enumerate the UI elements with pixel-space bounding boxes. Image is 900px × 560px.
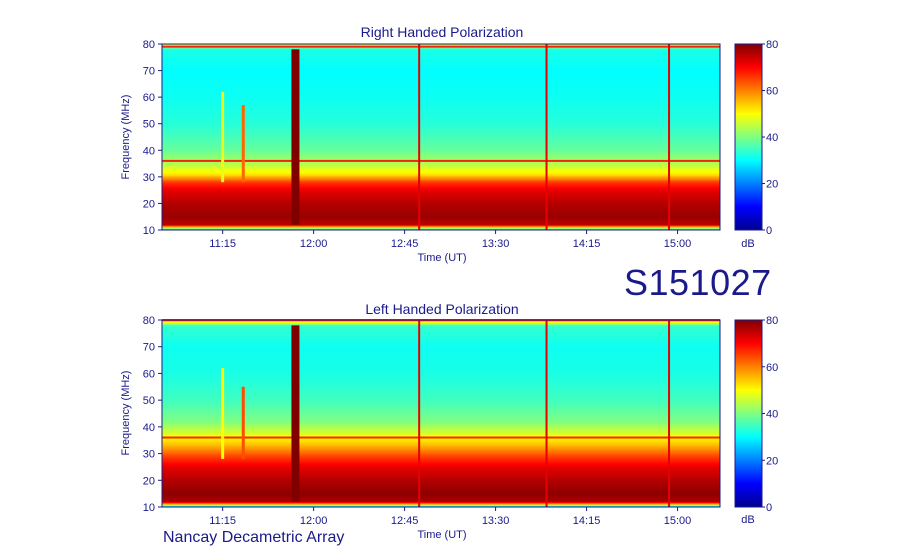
vertical-event-line bbox=[418, 320, 421, 507]
vertical-event-line bbox=[545, 44, 548, 230]
x-axis-ticks: 11:15 12:00 12:45 13:30 14:15 15:00 bbox=[209, 507, 691, 527]
x-tick-label: 12:45 bbox=[391, 515, 419, 527]
y-axis-ticks: 10 20 30 40 50 60 70 80 bbox=[143, 315, 162, 514]
colorbar-tick-label: 60 bbox=[766, 86, 778, 98]
colorbar-tick-label: 20 bbox=[766, 179, 778, 191]
colorbar-tick-label: 60 bbox=[766, 362, 778, 374]
y-axis-ticks: 10 20 30 40 50 60 70 80 bbox=[143, 39, 162, 237]
x-tick-label: 12:00 bbox=[300, 238, 328, 250]
colorbar-tick-label: 20 bbox=[766, 455, 778, 467]
vertical-event-line bbox=[668, 320, 671, 507]
x-tick-label: 11:15 bbox=[209, 515, 236, 527]
x-tick-label: 15:00 bbox=[664, 238, 692, 250]
colorbar-unit-label: dB bbox=[741, 238, 754, 250]
colorbar-tick-label: 80 bbox=[766, 315, 778, 327]
y-tick-label: 50 bbox=[143, 119, 155, 131]
y-tick-label: 20 bbox=[143, 198, 155, 210]
y-tick-label: 70 bbox=[143, 66, 155, 78]
panel-title: Left Handed Polarization bbox=[365, 301, 518, 317]
spectrogram-plot-area bbox=[161, 43, 721, 231]
interference-line bbox=[162, 436, 720, 439]
x-axis-ticks: 11:15 12:00 12:45 13:30 14:15 15:00 bbox=[209, 230, 691, 250]
y-tick-label: 30 bbox=[143, 449, 155, 461]
colorbar-tick-label: 0 bbox=[766, 502, 772, 514]
x-tick-label: 15:00 bbox=[664, 515, 692, 527]
y-tick-label: 60 bbox=[143, 92, 155, 104]
radio-burst bbox=[241, 386, 245, 459]
colorbar-tick-label: 40 bbox=[766, 132, 778, 144]
y-axis-label: Frequency (MHz) bbox=[120, 371, 132, 456]
colorbar-scale bbox=[734, 319, 763, 508]
x-tick-label: 14:15 bbox=[573, 238, 601, 250]
y-tick-label: 80 bbox=[143, 39, 155, 51]
radio-burst bbox=[221, 368, 225, 459]
instrument-caption: Nancay Decametric Array bbox=[163, 529, 345, 546]
y-tick-label: 30 bbox=[143, 172, 155, 184]
y-tick-label: 40 bbox=[143, 145, 155, 157]
x-tick-label: 11:15 bbox=[209, 238, 236, 250]
spectrogram-plot-area bbox=[161, 319, 721, 508]
x-tick-label: 14:15 bbox=[573, 515, 601, 527]
x-tick-label: 13:30 bbox=[482, 515, 510, 527]
colorbar-tick-label: 80 bbox=[766, 39, 778, 51]
y-tick-label: 70 bbox=[143, 342, 155, 354]
colorbar-tick-label: 40 bbox=[766, 409, 778, 421]
colorbar-unit-label: dB bbox=[741, 514, 754, 526]
vertical-event-line bbox=[418, 44, 421, 230]
vertical-event-line bbox=[668, 44, 671, 230]
colorbar: 0 20 40 60 80 bbox=[734, 315, 778, 514]
x-tick-label: 13:30 bbox=[482, 238, 510, 250]
y-tick-label: 40 bbox=[143, 422, 155, 434]
spectrogram-panel-left: Left Handed Polarization 10 20 30 40 50 60 70 8… bbox=[120, 301, 778, 541]
y-tick-label: 60 bbox=[143, 368, 155, 380]
x-axis-label: Time (UT) bbox=[417, 529, 466, 541]
panel-title: Right Handed Polarization bbox=[361, 24, 524, 40]
y-tick-label: 80 bbox=[143, 315, 155, 327]
observation-id: S151027 bbox=[624, 262, 772, 303]
colorbar-tick-label: 0 bbox=[766, 225, 772, 237]
radio-burst bbox=[221, 91, 225, 183]
radio-burst bbox=[291, 325, 300, 502]
y-axis-label: Frequency (MHz) bbox=[120, 95, 132, 180]
x-axis-label: Time (UT) bbox=[417, 252, 466, 264]
interference-line bbox=[162, 45, 720, 48]
interference-line bbox=[162, 159, 720, 162]
y-tick-label: 20 bbox=[143, 475, 155, 487]
y-tick-label: 10 bbox=[143, 502, 155, 514]
y-tick-label: 10 bbox=[143, 225, 155, 237]
y-tick-label: 50 bbox=[143, 395, 155, 407]
x-tick-label: 12:45 bbox=[391, 238, 419, 250]
spectrogram-panel-right: Right Handed Polarization 10 20 30 40 50 60 70… bbox=[120, 24, 778, 264]
radio-burst bbox=[291, 49, 300, 225]
colorbar: 0 20 40 60 80 bbox=[734, 39, 778, 237]
x-tick-label: 12:00 bbox=[300, 515, 328, 527]
vertical-event-line bbox=[545, 320, 548, 507]
colorbar-scale bbox=[734, 43, 763, 231]
radio-burst bbox=[241, 105, 245, 183]
